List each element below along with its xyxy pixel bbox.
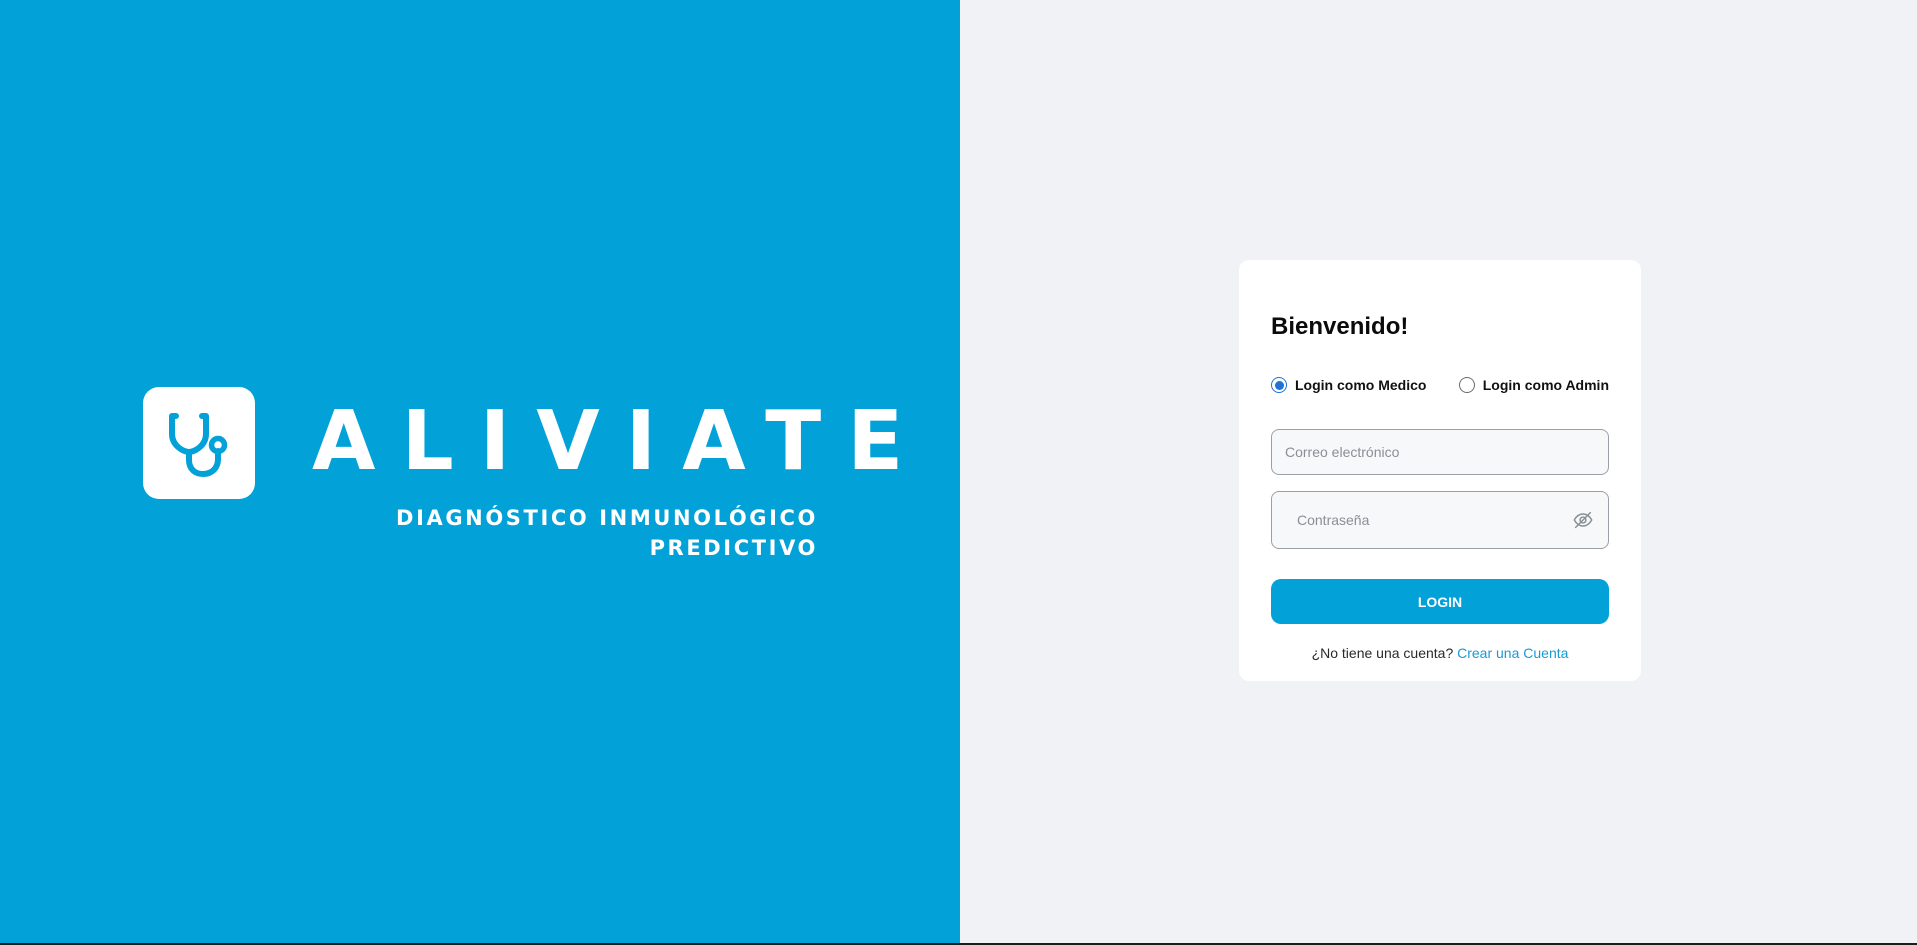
role-option-admin[interactable]: Login como Admin (1458, 377, 1609, 393)
form-panel: Bienvenido! Login como Medico Login como… (960, 0, 1917, 943)
role-radio-admin[interactable] (1458, 377, 1475, 393)
role-label-admin: Login como Admin (1482, 377, 1609, 393)
brand-name: ALIVIATE (312, 394, 930, 489)
password-input[interactable] (1297, 512, 1572, 528)
password-field-wrapper (1271, 491, 1609, 549)
eye-off-icon (1573, 511, 1593, 529)
logo (143, 387, 255, 499)
stethoscope-icon (169, 413, 228, 477)
role-selector: Login como Medico Login como Admin (1271, 377, 1609, 393)
login-card: Bienvenido! Login como Medico Login como… (1239, 260, 1641, 681)
tagline-line-1: DIAGNÓSTICO INMUNOLÓGICO (396, 506, 818, 530)
email-input[interactable] (1285, 444, 1608, 460)
brand-tagline: DIAGNÓSTICO INMUNOLÓGICO PREDICTIVO (396, 503, 818, 563)
email-field-wrapper (1271, 429, 1609, 475)
signup-prompt: ¿No tiene una cuenta? (1311, 645, 1458, 661)
card-title: Bienvenido! (1271, 313, 1409, 340)
login-page: ALIVIATE DIAGNÓSTICO INMUNOLÓGICO PREDIC… (0, 0, 1917, 945)
role-radio-medico[interactable] (1271, 377, 1287, 393)
login-button[interactable]: LOGIN (1271, 579, 1609, 624)
role-option-medico[interactable]: Login como Medico (1271, 377, 1426, 393)
role-label-medico: Login como Medico (1295, 377, 1427, 393)
tagline-line-2: PREDICTIVO (649, 536, 818, 560)
signup-row: ¿No tiene una cuenta? Crear una Cuenta (1239, 645, 1641, 661)
password-visibility-toggle[interactable] (1572, 509, 1594, 531)
create-account-link[interactable]: Crear una Cuenta (1457, 645, 1568, 661)
brand-panel: ALIVIATE DIAGNÓSTICO INMUNOLÓGICO PREDIC… (0, 0, 960, 943)
